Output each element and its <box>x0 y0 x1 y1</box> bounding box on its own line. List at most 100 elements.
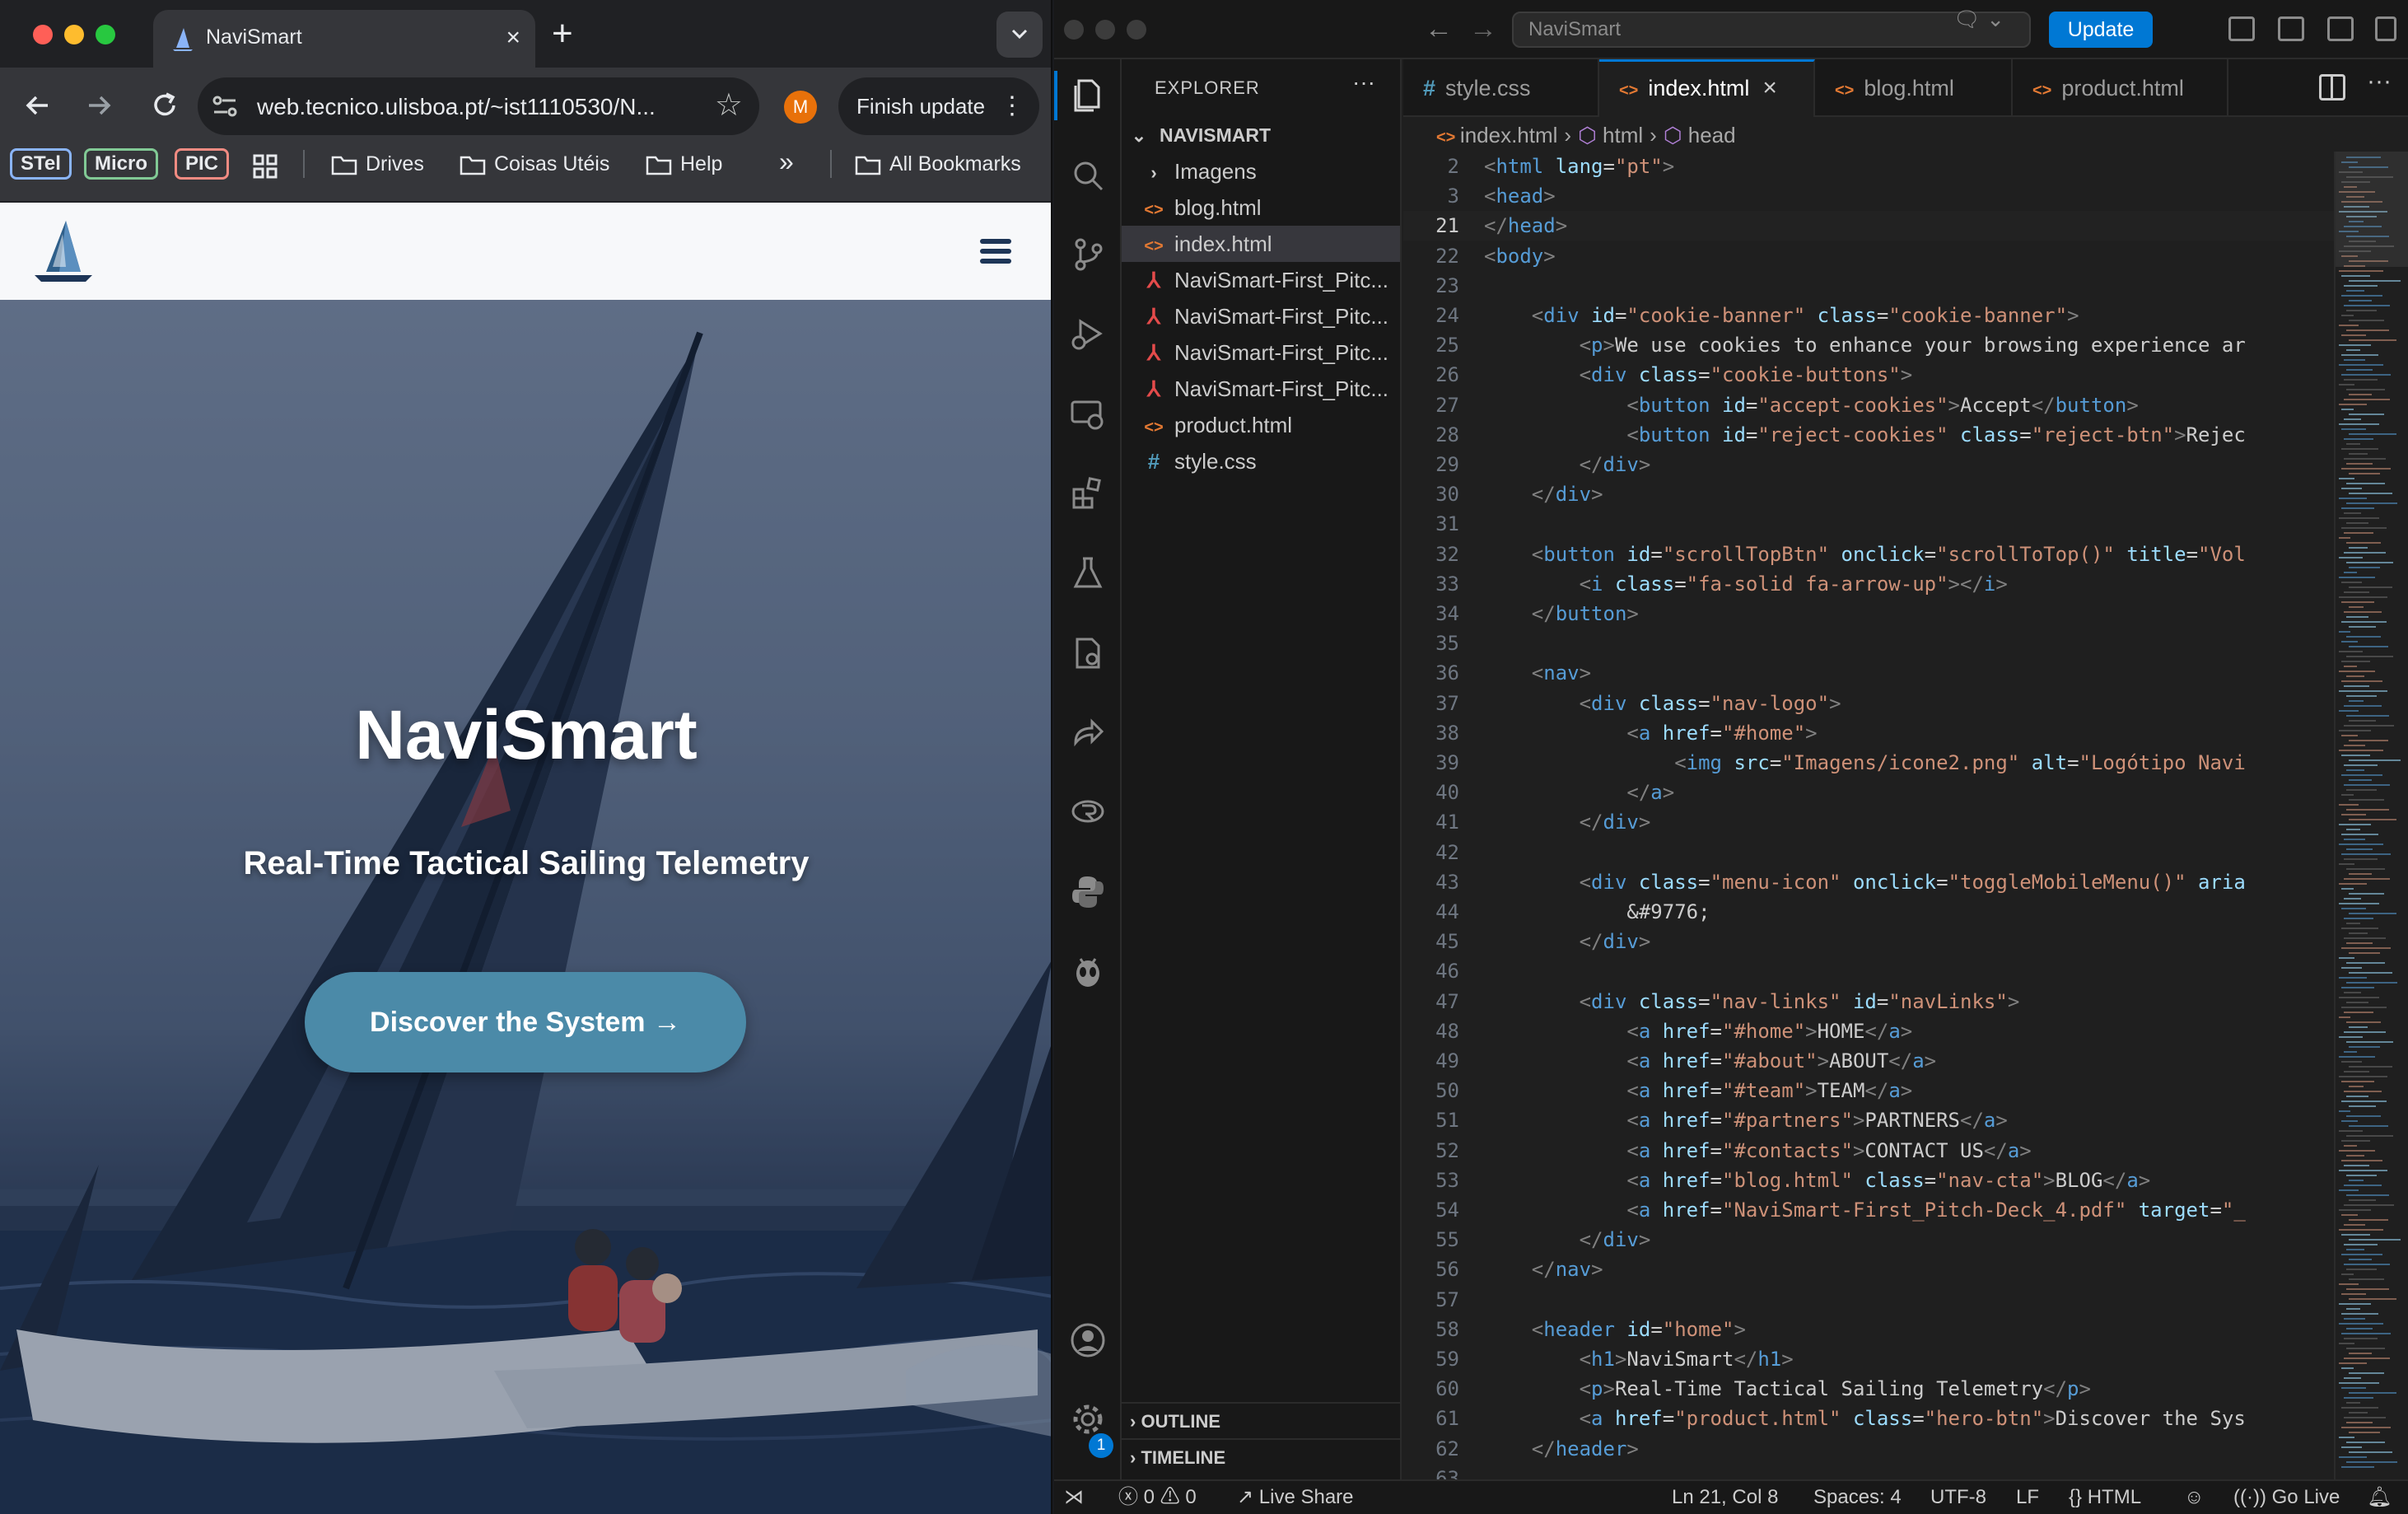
code-line[interactable]: 57 <box>1403 1285 2334 1315</box>
tree-item-imagens[interactable]: › Imagens <box>1122 153 1400 189</box>
navismart-logo[interactable] <box>30 217 96 287</box>
bookmarks-overflow-button[interactable]: » <box>779 147 794 177</box>
bookmark-folder-coisas-uteis[interactable]: Coisas Utéis <box>460 150 609 178</box>
browser-tab-navismart[interactable]: NaviSmart × <box>153 10 535 68</box>
window-minimize-button[interactable] <box>64 25 84 44</box>
encoding-status[interactable]: UTF-8 <box>1930 1481 1986 1514</box>
more-vertical-icon[interactable]: ⋮ <box>1000 77 1024 135</box>
bookmark-folder-drives[interactable]: Drives <box>331 150 424 178</box>
outline-section[interactable]: › OUTLINE <box>1122 1402 1400 1438</box>
tab-blog-html[interactable]: <> blog.html <box>1815 59 2013 117</box>
code-line[interactable]: 59 <h1>NaviSmart</h1> <box>1403 1344 2334 1374</box>
code-line[interactable]: 52 <a href="#contacts">CONTACT US</a> <box>1403 1136 2334 1166</box>
new-tab-button[interactable]: + <box>552 15 573 53</box>
reload-icon[interactable] <box>147 87 183 124</box>
cursor-position[interactable]: Ln 21, Col 8 <box>1672 1481 1778 1514</box>
editor-more-icon[interactable]: ··· <box>2367 68 2392 96</box>
docker-search-icon[interactable] <box>1069 634 1107 672</box>
code-line[interactable]: 54 <a href="NaviSmart-First_Pitch-Deck_4… <box>1403 1195 2334 1225</box>
code-line[interactable]: 40 </a> <box>1403 778 2334 807</box>
breadcrumb-item[interactable]: head <box>1688 123 1736 147</box>
bookmark-stel[interactable]: STel <box>10 148 72 180</box>
bookmark-star-icon[interactable]: ☆ <box>715 87 743 124</box>
problems-indicator[interactable]: ⓧ 0 ⚠ 0 <box>1118 1481 1197 1514</box>
code-line[interactable]: 2 <html lang="pt"> <box>1403 152 2334 181</box>
code-line[interactable]: 55 </div> <box>1403 1225 2334 1255</box>
window-maximize-button[interactable] <box>1127 20 1146 40</box>
bookmark-micro[interactable]: Micro <box>84 148 159 180</box>
code-line[interactable]: 61 <a href="product.html" class="hero-bt… <box>1403 1404 2334 1433</box>
alien-extension-icon[interactable] <box>1069 952 1107 990</box>
all-bookmarks-button[interactable]: All Bookmarks <box>855 150 1021 178</box>
code-line[interactable]: 31 <box>1403 509 2334 539</box>
code-line[interactable]: 39 <img src="Imagens/icone2.png" alt="Lo… <box>1403 748 2334 778</box>
testing-flask-icon[interactable] <box>1069 554 1107 591</box>
code-line[interactable]: 49 <a href="#about">ABOUT</a> <box>1403 1046 2334 1076</box>
forward-arrow-icon[interactable] <box>81 87 117 124</box>
live-share-icon[interactable] <box>1069 713 1107 751</box>
profile-avatar[interactable]: M <box>784 91 817 124</box>
code-line[interactable]: 56 </nav> <box>1403 1255 2334 1284</box>
code-line[interactable]: 42 <box>1403 838 2334 867</box>
source-control-icon[interactable] <box>1069 236 1107 273</box>
breadcrumb-item[interactable]: html <box>1603 123 1643 147</box>
tree-item-blog-html[interactable]: <> blog.html <box>1122 189 1400 226</box>
code-line[interactable]: 25 <p>We use cookies to enhance your bro… <box>1403 330 2334 360</box>
search-icon[interactable] <box>1069 157 1107 194</box>
live-share-status[interactable]: ↗ Live Share <box>1237 1481 1354 1514</box>
python-icon[interactable] <box>1069 873 1107 911</box>
code-line[interactable]: 48 <a href="#home">HOME</a> <box>1403 1016 2334 1046</box>
code-line[interactable]: 47 <div class="nav-links" id="navLinks"> <box>1403 987 2334 1016</box>
code-line[interactable]: 60 <p>Real-Time Tactical Sailing Telemet… <box>1403 1374 2334 1404</box>
code-line[interactable]: 50 <a href="#team">TEAM</a> <box>1403 1076 2334 1105</box>
tab-product-html[interactable]: <> product.html <box>2013 59 2228 117</box>
code-line[interactable]: 32 <button id="scrollTopBtn" onclick="sc… <box>1403 540 2334 569</box>
tab-close-icon[interactable]: × <box>506 25 520 51</box>
remote-explorer-icon[interactable] <box>1069 395 1107 433</box>
explorer-files-icon[interactable] <box>1069 76 1107 114</box>
address-bar[interactable]: web.tecnico.ulisboa.pt/~ist1110530/N... … <box>198 77 759 135</box>
code-line[interactable]: 63 <box>1403 1464 2334 1479</box>
tree-item-pdf-2[interactable]: ⅄ NaviSmart-First_Pitc... <box>1122 298 1400 334</box>
apps-grid-icon[interactable] <box>252 153 278 180</box>
code-line[interactable]: 21 </head> <box>1403 211 2334 241</box>
code-line[interactable]: 37 <div class="nav-logo"> <box>1403 689 2334 718</box>
tree-item-index-html[interactable]: <> index.html <box>1122 226 1400 262</box>
code-line[interactable]: 58 <header id="home"> <box>1403 1315 2334 1344</box>
code-line[interactable]: 43 <div class="menu-icon" onclick="toggl… <box>1403 867 2334 897</box>
tree-item-pdf-4[interactable]: ⅄ NaviSmart-First_Pitc... <box>1122 371 1400 407</box>
tree-item-pdf-1[interactable]: ⅄ NaviSmart-First_Pitc... <box>1122 262 1400 298</box>
eol-status[interactable]: LF <box>2016 1481 2039 1514</box>
tree-item-pdf-3[interactable]: ⅄ NaviSmart-First_Pitc... <box>1122 334 1400 371</box>
code-line[interactable]: 30 </div> <box>1403 479 2334 509</box>
code-line[interactable]: 62 </header> <box>1403 1434 2334 1464</box>
tab-close-icon[interactable]: × <box>1762 74 1777 101</box>
timeline-section[interactable]: › TIMELINE <box>1122 1438 1400 1474</box>
tree-item-product-html[interactable]: <> product.html <box>1122 407 1400 443</box>
window-close-button[interactable] <box>33 25 53 44</box>
code-line[interactable]: 27 <button id="accept-cookies">Accept</b… <box>1403 390 2334 420</box>
code-line[interactable]: 41 </div> <box>1403 807 2334 837</box>
code-line[interactable]: 44 &#9776; <box>1403 897 2334 927</box>
tab-style-css[interactable]: # style.css <box>1403 59 1599 117</box>
copilot-chat-icon[interactable]: 🗨 ⌄ <box>1953 7 2004 32</box>
code-line[interactable]: 45 </div> <box>1403 927 2334 956</box>
hamburger-menu-icon[interactable] <box>980 239 1011 265</box>
code-line[interactable]: 51 <a href="#partners">PARTNERS</a> <box>1403 1105 2334 1135</box>
code-line[interactable]: 24 <div id="cookie-banner" class="cookie… <box>1403 301 2334 330</box>
extensions-icon[interactable] <box>1069 474 1107 512</box>
window-minimize-button[interactable] <box>1095 20 1115 40</box>
toggle-sidebar-icon[interactable] <box>2278 16 2304 41</box>
language-mode[interactable]: {} HTML <box>2069 1481 2141 1514</box>
back-arrow-icon[interactable] <box>20 87 56 124</box>
code-line[interactable]: 29 </div> <box>1403 450 2334 479</box>
accounts-icon[interactable] <box>1069 1321 1107 1359</box>
bookmark-pic[interactable]: PIC <box>175 148 230 180</box>
code-line[interactable]: 36 <nav> <box>1403 658 2334 688</box>
tab-search-button[interactable] <box>996 12 1043 58</box>
indentation-status[interactable]: Spaces: 4 <box>1813 1481 1902 1514</box>
finish-update-button[interactable]: Finish update ⋮ <box>838 77 1039 135</box>
breadcrumb-item[interactable]: index.html <box>1460 123 1558 147</box>
site-info-icon[interactable] <box>211 94 239 119</box>
remote-window-icon[interactable] <box>1069 792 1107 830</box>
